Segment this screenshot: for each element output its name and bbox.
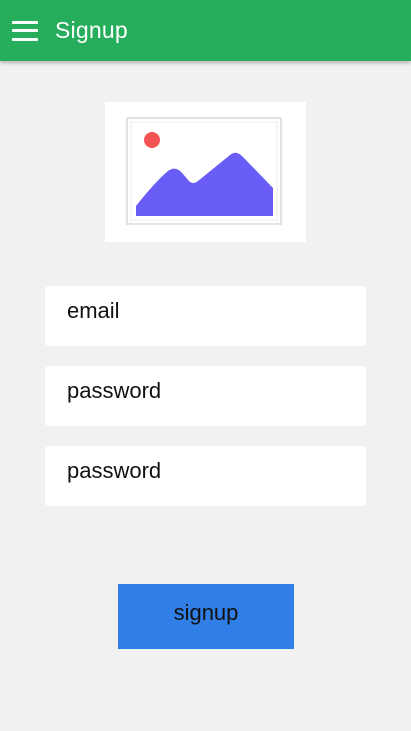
hamburger-menu-icon[interactable] xyxy=(12,20,38,41)
page-title: Signup xyxy=(55,17,128,43)
app-bar: Signup xyxy=(0,0,411,61)
signup-button[interactable]: signup xyxy=(118,584,294,649)
image-placeholder-icon xyxy=(126,117,282,225)
confirm-password-field[interactable] xyxy=(45,446,366,506)
menu-line xyxy=(12,20,38,24)
menu-line xyxy=(12,29,38,32)
password-field[interactable] xyxy=(45,366,366,426)
image-placeholder xyxy=(105,102,306,242)
email-field[interactable] xyxy=(45,286,366,346)
menu-line xyxy=(12,37,38,41)
